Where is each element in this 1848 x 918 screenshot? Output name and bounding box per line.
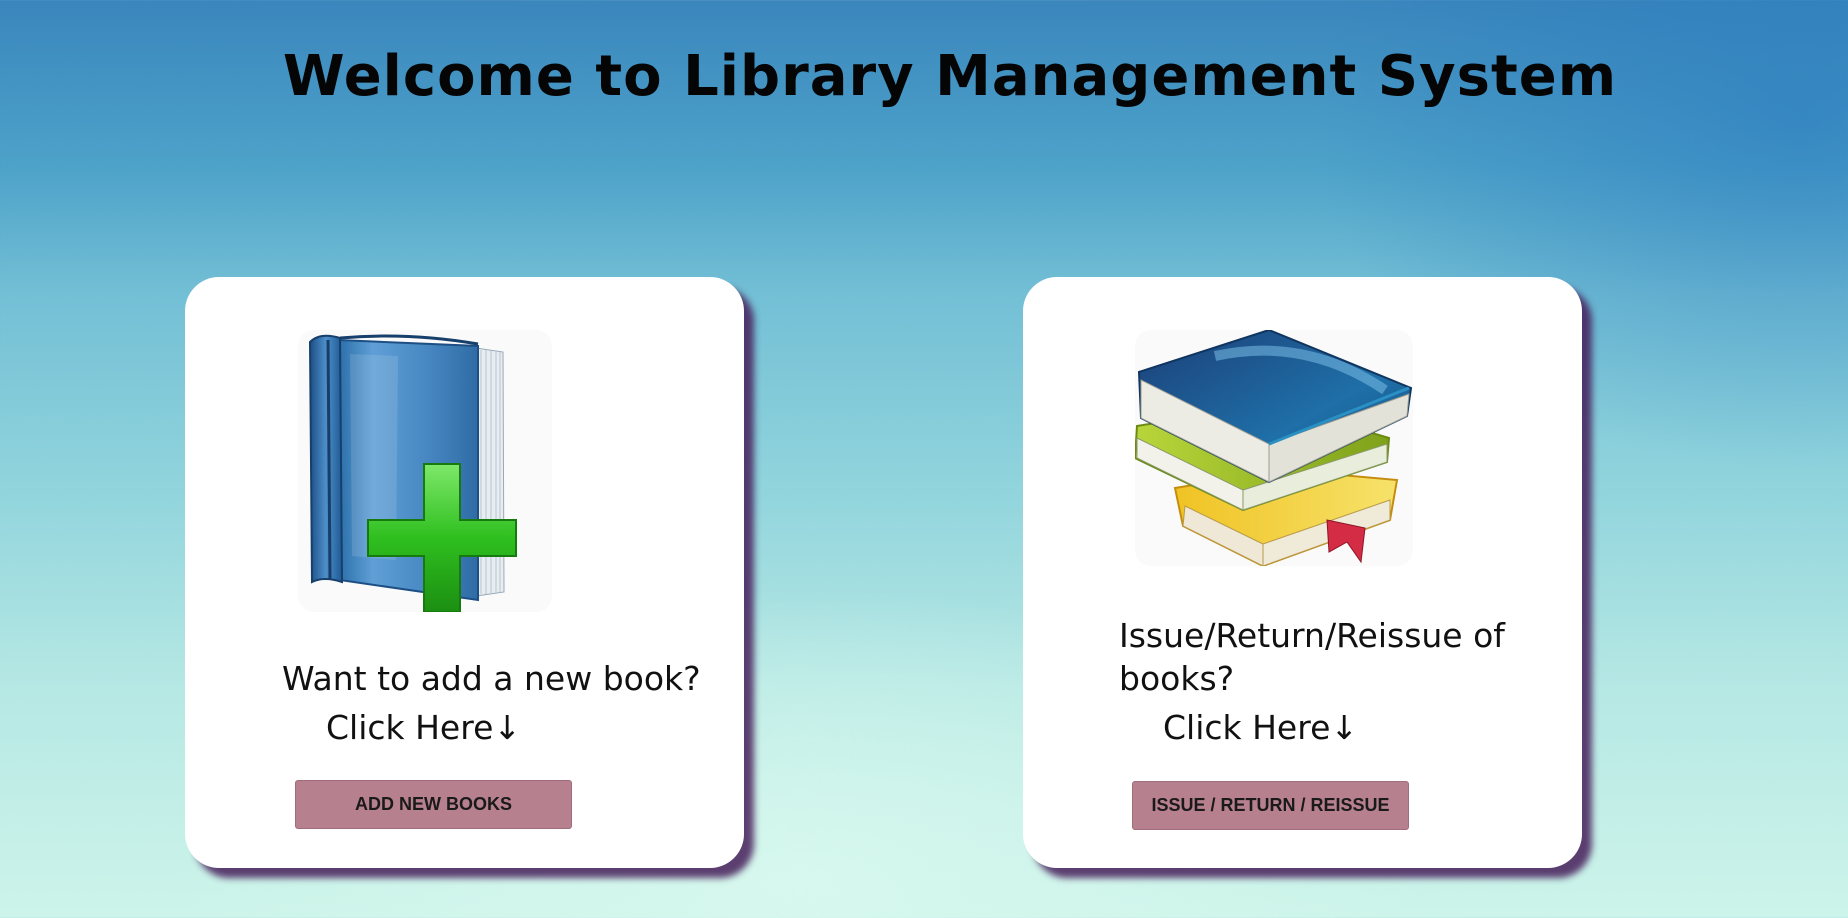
book-stack-icon <box>1135 330 1413 566</box>
issue-book-description: Issue/Return/Reissue of books? <box>1119 616 1505 698</box>
add-book-card: Want to add a new book? Click Here↓ ADD … <box>185 277 744 868</box>
issue-book-click-prompt: Click Here↓ <box>1163 708 1359 747</box>
add-book-icon <box>298 330 552 612</box>
add-book-click-prompt: Click Here↓ <box>326 708 522 747</box>
issue-book-card: Issue/Return/Reissue of books? Click Her… <box>1023 277 1582 868</box>
add-new-books-button[interactable]: ADD NEW BOOKS <box>295 780 572 829</box>
issue-return-reissue-button[interactable]: ISSUE / RETURN / REISSUE <box>1132 781 1409 830</box>
page-title: Welcome to Library Management System <box>282 44 1618 109</box>
add-book-description: Want to add a new book? <box>282 659 701 698</box>
